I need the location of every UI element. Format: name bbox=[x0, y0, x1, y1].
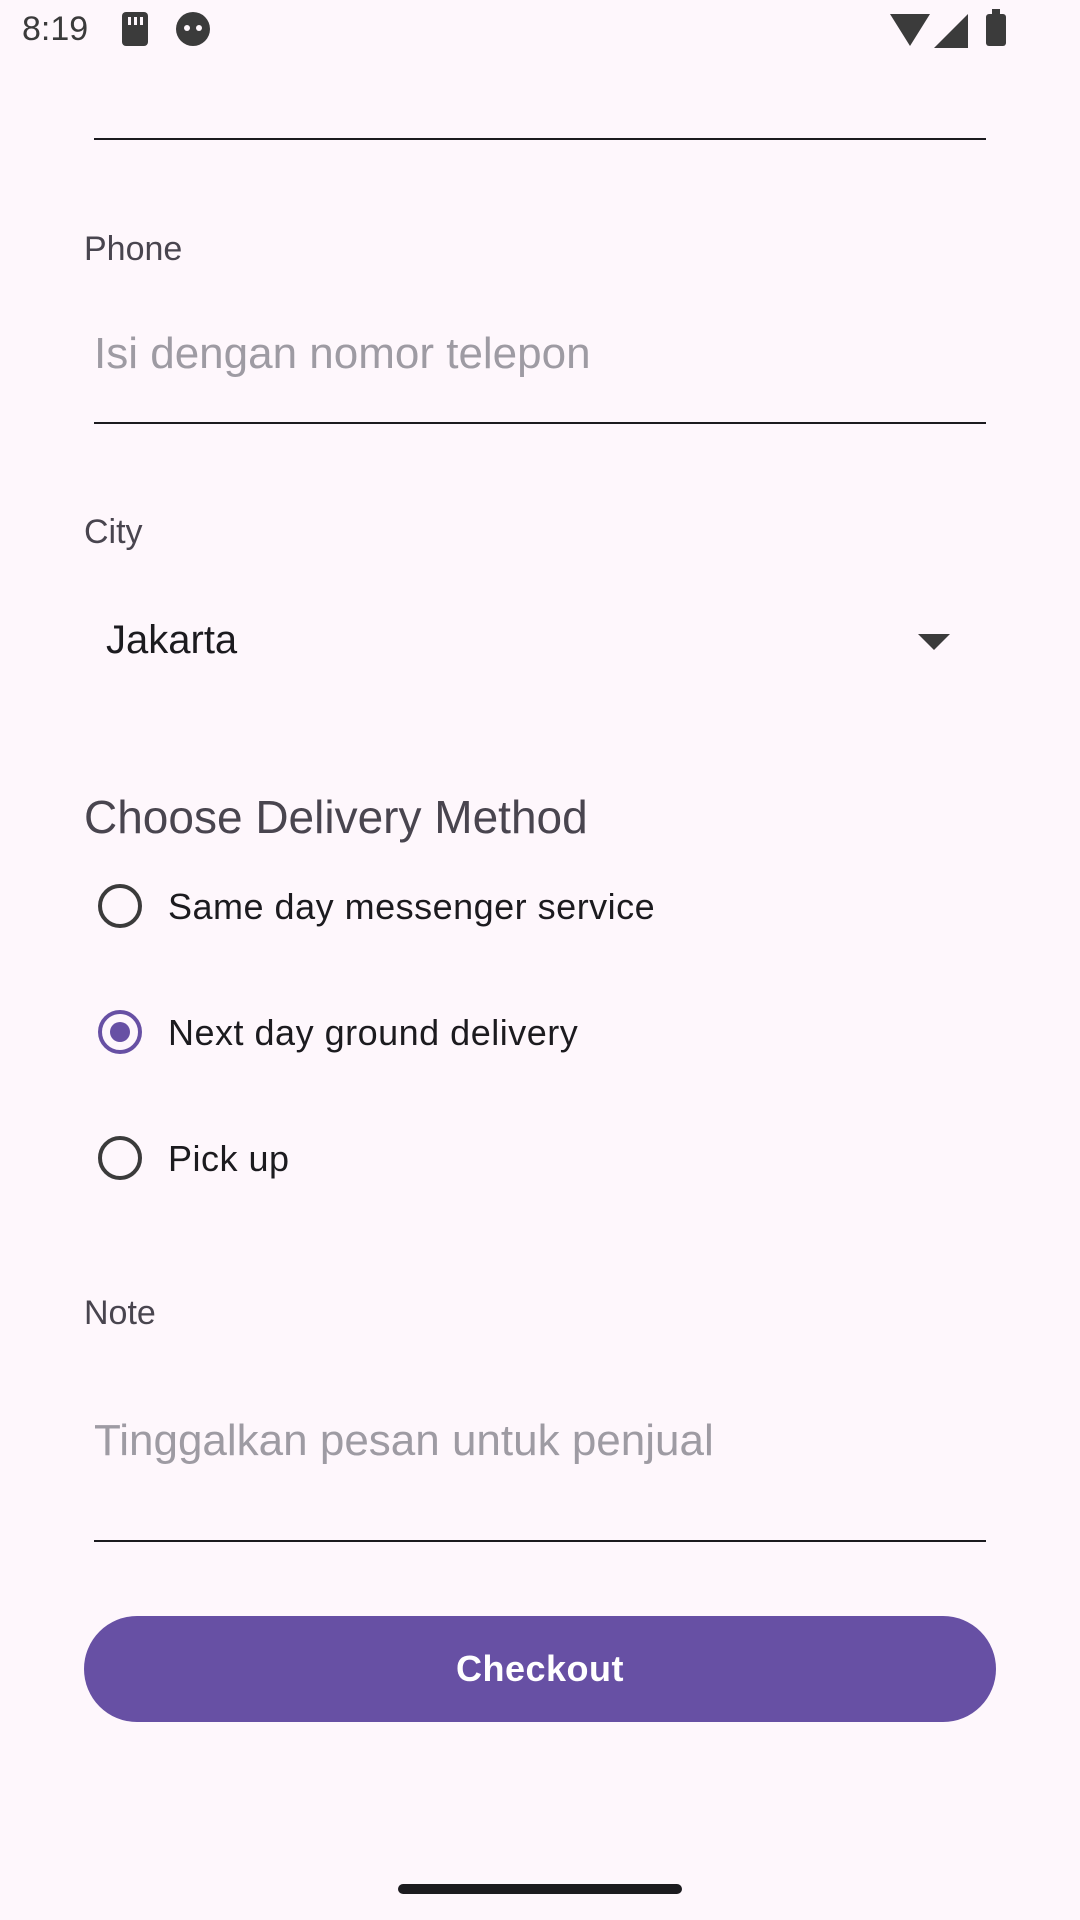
radio-same-day[interactable]: Same day messenger service bbox=[98, 880, 918, 940]
sd-card-icon bbox=[122, 12, 148, 46]
signal-icon bbox=[934, 14, 968, 48]
wifi-icon bbox=[890, 14, 930, 46]
radio-pick-up[interactable]: Pick up bbox=[98, 1132, 918, 1192]
radio-next-day[interactable]: Next day ground delivery bbox=[98, 1006, 918, 1066]
checkout-button[interactable]: Checkout bbox=[84, 1616, 996, 1722]
battery-icon bbox=[986, 9, 1006, 46]
face-icon bbox=[176, 12, 210, 46]
phone-label: Phone bbox=[84, 230, 183, 268]
radio-label: Same day messenger service bbox=[168, 886, 656, 927]
phone-input[interactable] bbox=[94, 320, 986, 424]
note-label: Note bbox=[84, 1294, 156, 1332]
home-indicator[interactable] bbox=[398, 1884, 682, 1894]
status-time: 8:19 bbox=[22, 10, 89, 48]
dropdown-arrow-icon bbox=[918, 634, 950, 650]
checkout-screen: 8:19 Phone City Jakarta Choose Delivery … bbox=[0, 0, 1080, 1920]
status-bar: 8:19 bbox=[0, 0, 1080, 64]
radio-unchecked-icon[interactable] bbox=[98, 1136, 142, 1180]
radio-label: Pick up bbox=[168, 1138, 290, 1179]
radio-checked-icon[interactable] bbox=[98, 1010, 142, 1054]
city-selected-value: Jakarta bbox=[106, 618, 238, 662]
delivery-method-title: Choose Delivery Method bbox=[84, 791, 588, 843]
radio-unchecked-icon[interactable] bbox=[98, 884, 142, 928]
city-label: City bbox=[84, 513, 143, 551]
note-input[interactable] bbox=[94, 1400, 986, 1542]
city-dropdown[interactable]: Jakarta bbox=[94, 600, 986, 680]
previous-field-underline[interactable] bbox=[94, 138, 986, 140]
radio-label: Next day ground delivery bbox=[168, 1012, 579, 1053]
